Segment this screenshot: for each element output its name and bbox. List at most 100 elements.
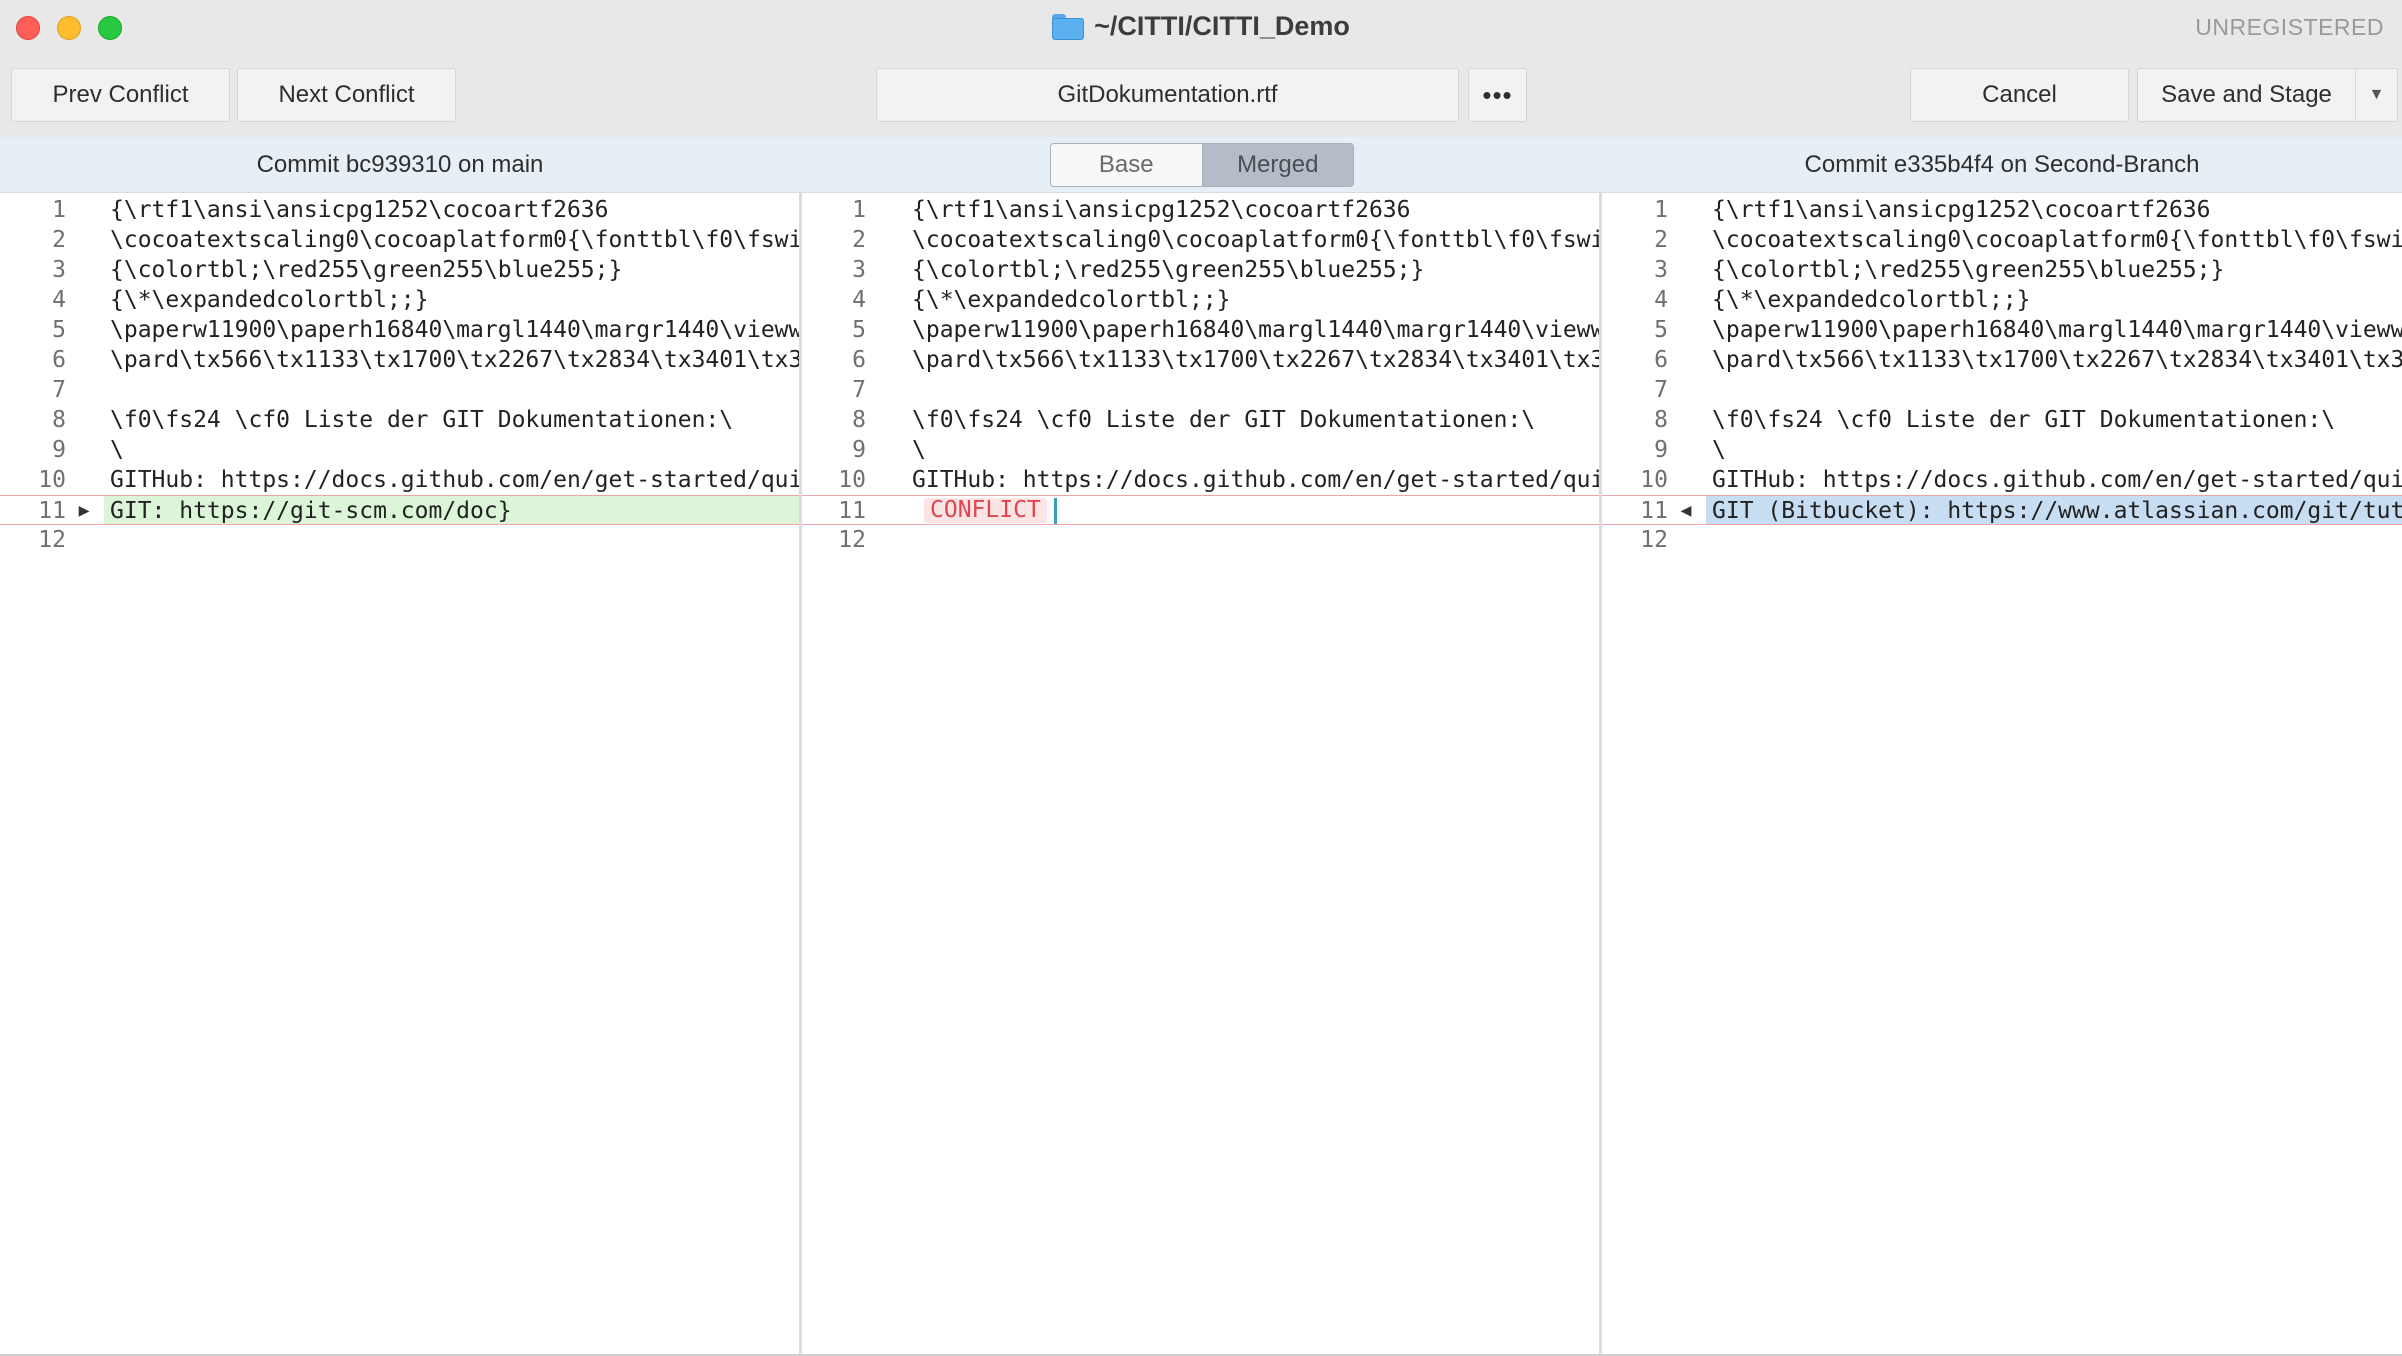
code-line[interactable]: 10 GITHub: https://docs.github.com/en/get… <box>802 465 1600 495</box>
left-code-pane[interactable]: 1 {\rtf1\ansi\ansicpg1252\cocoartf2636 2 \c… <box>0 193 800 1356</box>
code-line[interactable]: 8 \f0\fs24 \cf0 Liste der GIT Dokumentati… <box>1602 405 2402 435</box>
code-line[interactable]: 4 {\*\expandedcolortbl;;} <box>1602 285 2402 315</box>
view-toggle-merged[interactable]: Merged <box>1202 144 1353 186</box>
code-line[interactable]: 3 {\colortbl;\red255\green255\blue255;} <box>802 255 1600 285</box>
take-left-arrow-icon[interactable]: ▶ <box>72 496 96 526</box>
code-line[interactable]: 8 \f0\fs24 \cf0 Liste der GIT Dokumentati… <box>802 405 1600 435</box>
line-number: 4 <box>852 287 866 313</box>
line-number: 12 <box>38 527 66 553</box>
line-number: 7 <box>852 377 866 403</box>
code-line[interactable]: 12 <box>1602 525 2402 555</box>
view-toggle-base[interactable]: Base <box>1051 144 1203 186</box>
pane-headers: Commit bc939310 on main Base Merged Comm… <box>0 137 2402 193</box>
line-number: 6 <box>852 347 866 373</box>
line-number: 5 <box>52 317 66 343</box>
code-line[interactable]: 9 \ <box>802 435 1600 465</box>
code-line[interactable]: 2 \cocoatextscaling0\cocoaplatform0{\font… <box>0 225 800 255</box>
line-number: 7 <box>52 377 66 403</box>
code-text: \paperw11900\paperh16840\margl1440\margr… <box>110 317 800 343</box>
line-number: 9 <box>52 437 66 463</box>
line-number: 12 <box>1640 527 1668 553</box>
code-line[interactable]: 7 <box>0 375 800 405</box>
code-text: \pard\tx566\tx1133\tx1700\tx2267\tx2834\… <box>912 347 1600 373</box>
line-number: 2 <box>852 227 866 253</box>
prev-conflict-button[interactable]: Prev Conflict <box>11 68 230 122</box>
code-line[interactable]: 9 \ <box>1602 435 2402 465</box>
code-line[interactable]: 1 {\rtf1\ansi\ansicpg1252\cocoartf2636 <box>1602 195 2402 225</box>
code-line[interactable]: 9 \ <box>0 435 800 465</box>
code-line[interactable]: 2 \cocoatextscaling0\cocoaplatform0{\font… <box>802 225 1600 255</box>
code-line[interactable]: 6 \pard\tx566\tx1133\tx1700\tx2267\tx2834… <box>1602 345 2402 375</box>
code-text: \pard\tx566\tx1133\tx1700\tx2267\tx2834\… <box>1712 347 2402 373</box>
line-number: 5 <box>1654 317 1668 343</box>
line-number: 9 <box>852 437 866 463</box>
code-text: {\colortbl;\red255\green255\blue255;} <box>1712 257 2225 283</box>
code-line[interactable]: 10 GITHub: https://docs.github.com/en/get… <box>0 465 800 495</box>
code-text: \ <box>912 437 926 463</box>
save-options-dropdown-icon[interactable]: ▼ <box>2356 68 2398 122</box>
line-number: 10 <box>38 467 66 493</box>
more-options-button[interactable]: ••• <box>1468 68 1527 122</box>
next-conflict-button[interactable]: Next Conflict <box>237 68 456 122</box>
code-text: \pard\tx566\tx1133\tx1700\tx2267\tx2834\… <box>110 347 800 373</box>
line-number: 3 <box>852 257 866 283</box>
code-line[interactable]: 2 \cocoatextscaling0\cocoaplatform0{\font… <box>1602 225 2402 255</box>
code-line[interactable]: 5 \paperw11900\paperh16840\margl1440\marg… <box>0 315 800 345</box>
code-line[interactable]: 6 \pard\tx566\tx1133\tx1700\tx2267\tx2834… <box>802 345 1600 375</box>
code-line[interactable]: 12 <box>0 525 800 555</box>
code-line[interactable]: 5 \paperw11900\paperh16840\margl1440\marg… <box>802 315 1600 345</box>
code-text: GITHub: https://docs.github.com/en/get-s… <box>1712 467 2402 493</box>
line-number: 11 <box>838 498 866 524</box>
code-text: GIT (Bitbucket): https://www.atlassian.c… <box>1712 498 2402 524</box>
line-number: 1 <box>1654 197 1668 223</box>
code-line[interactable]: 7 <box>802 375 1600 405</box>
cancel-button[interactable]: Cancel <box>1910 68 2129 122</box>
line-number: 5 <box>852 317 866 343</box>
conflict-line[interactable]: 11 CONFLICT <box>802 495 1600 525</box>
code-line[interactable]: 1 {\rtf1\ansi\ansicpg1252\cocoartf2636 <box>802 195 1600 225</box>
code-text: {\colortbl;\red255\green255\blue255;} <box>110 257 623 283</box>
merge-tool-window: ~/CITTI/CITTI_Demo UNREGISTERED Prev Con… <box>0 0 2402 1356</box>
left-commit-header: Commit bc939310 on main <box>256 151 544 178</box>
line-number: 4 <box>52 287 66 313</box>
conflict-line[interactable]: 11 ◀ GIT (Bitbucket): https://www.atlassia… <box>1602 495 2402 525</box>
right-code-pane[interactable]: 1 {\rtf1\ansi\ansicpg1252\cocoartf2636 2 \c… <box>1602 193 2402 1356</box>
take-right-arrow-icon[interactable]: ◀ <box>1674 496 1698 526</box>
code-line[interactable]: 8 \f0\fs24 \cf0 Liste der GIT Dokumentati… <box>0 405 800 435</box>
line-number: 8 <box>52 407 66 433</box>
conflict-line[interactable]: 11 ▶ GIT: https://git-scm.com/doc} <box>0 495 800 525</box>
code-text: {\*\expandedcolortbl;;} <box>1712 287 2031 313</box>
save-and-stage-button[interactable]: Save and Stage <box>2137 68 2356 122</box>
code-text: GIT: https://git-scm.com/doc} <box>110 498 512 524</box>
code-line[interactable]: 4 {\*\expandedcolortbl;;} <box>0 285 800 315</box>
code-line[interactable]: 3 {\colortbl;\red255\green255\blue255;} <box>0 255 800 285</box>
code-line[interactable]: 12 <box>802 525 1600 555</box>
code-line[interactable]: 4 {\*\expandedcolortbl;;} <box>802 285 1600 315</box>
code-text: {\rtf1\ansi\ansicpg1252\cocoartf2636 <box>1712 197 2211 223</box>
right-commit-header: Commit e335b4f4 on Second-Branch <box>1804 151 2200 178</box>
merged-code-pane[interactable]: 1 {\rtf1\ansi\ansicpg1252\cocoartf2636 2 \c… <box>802 193 1600 1356</box>
code-text: \paperw11900\paperh16840\margl1440\margr… <box>912 317 1600 343</box>
line-number: 7 <box>1654 377 1668 403</box>
code-line[interactable]: 7 <box>1602 375 2402 405</box>
code-line[interactable]: 10 GITHub: https://docs.github.com/en/get… <box>1602 465 2402 495</box>
line-number: 6 <box>52 347 66 373</box>
code-text: {\*\expandedcolortbl;;} <box>912 287 1231 313</box>
code-text: \cocoatextscaling0\cocoaplatform0{\fontt… <box>912 227 1600 253</box>
code-text: \cocoatextscaling0\cocoaplatform0{\fontt… <box>110 227 800 253</box>
view-toggle[interactable]: Base Merged <box>1050 143 1354 187</box>
code-line[interactable]: 6 \pard\tx566\tx1133\tx1700\tx2267\tx2834… <box>0 345 800 375</box>
text-cursor <box>1054 498 1057 524</box>
line-number: 12 <box>838 527 866 553</box>
line-number: 3 <box>52 257 66 283</box>
code-line[interactable]: 3 {\colortbl;\red255\green255\blue255;} <box>1602 255 2402 285</box>
code-text: {\colortbl;\red255\green255\blue255;} <box>912 257 1425 283</box>
code-text: \f0\fs24 \cf0 Liste der GIT Dokumentatio… <box>1712 407 2336 433</box>
conflict-badge[interactable]: CONFLICT <box>924 498 1047 523</box>
line-number: 6 <box>1654 347 1668 373</box>
code-line[interactable]: 1 {\rtf1\ansi\ansicpg1252\cocoartf2636 <box>0 195 800 225</box>
line-number: 10 <box>1640 467 1668 493</box>
code-line[interactable]: 5 \paperw11900\paperh16840\margl1440\marg… <box>1602 315 2402 345</box>
registration-status: UNREGISTERED <box>2195 14 2384 40</box>
file-selector-button[interactable]: GitDokumentation.rtf <box>876 68 1459 122</box>
